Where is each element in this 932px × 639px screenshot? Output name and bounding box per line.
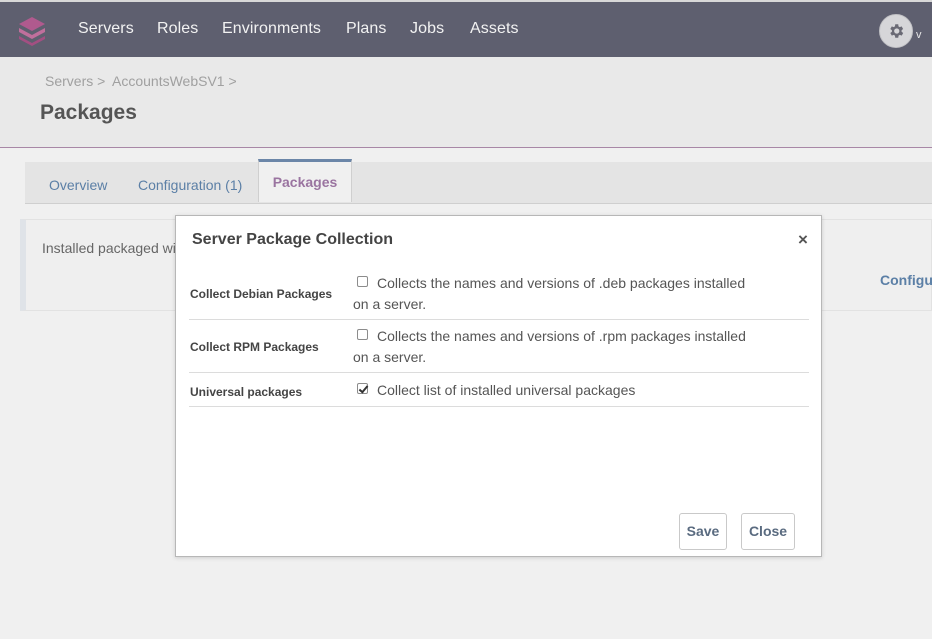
modal-title: Server Package Collection bbox=[192, 231, 393, 248]
row-universal-packages: Universal packages Collect list of insta… bbox=[189, 373, 809, 407]
nav-roles[interactable]: Roles bbox=[157, 20, 198, 38]
chevron-down-icon[interactable]: v bbox=[916, 29, 922, 41]
row-label: Collect RPM Packages bbox=[190, 340, 319, 354]
nav-jobs[interactable]: Jobs bbox=[410, 20, 444, 38]
top-navbar: Servers Roles Environments Plans Jobs As… bbox=[0, 0, 932, 57]
tab-overview[interactable]: Overview bbox=[49, 162, 107, 204]
row-label: Collect Debian Packages bbox=[190, 287, 333, 301]
row-description: Collects the names and versions of .deb … bbox=[353, 275, 746, 312]
configure-link[interactable]: Configu bbox=[880, 272, 932, 288]
panel-text: Installed packaged wi bbox=[42, 240, 176, 256]
nav-assets[interactable]: Assets bbox=[470, 20, 519, 38]
row-rpm-packages: Collect RPM Packages Collects the names … bbox=[189, 320, 809, 373]
gear-icon bbox=[890, 24, 904, 38]
tab-packages[interactable]: Packages bbox=[258, 159, 352, 202]
row-description: Collect list of installed universal pack… bbox=[377, 382, 636, 398]
app-logo-icon[interactable] bbox=[18, 16, 46, 46]
save-button[interactable]: Save bbox=[679, 513, 727, 550]
nav-plans[interactable]: Plans bbox=[346, 20, 387, 38]
breadcrumb-server[interactable]: AccountsWebSV1 > bbox=[112, 73, 237, 89]
package-collection-modal: Server Package Collection × Collect Debi… bbox=[175, 215, 822, 557]
tab-configuration[interactable]: Configuration (1) bbox=[138, 162, 242, 204]
nav-environments[interactable]: Environments bbox=[222, 20, 321, 38]
row-debian-packages: Collect Debian Packages Collects the nam… bbox=[189, 267, 809, 320]
tab-bar: Overview Configuration (1) Packages bbox=[25, 159, 932, 204]
close-button[interactable]: Close bbox=[741, 513, 795, 550]
row-description: Collects the names and versions of .rpm … bbox=[353, 328, 746, 365]
page-title: Packages bbox=[40, 101, 137, 124]
breadcrumb-servers[interactable]: Servers > bbox=[45, 73, 105, 89]
row-label: Universal packages bbox=[190, 385, 303, 399]
nav-servers[interactable]: Servers bbox=[78, 20, 134, 38]
close-icon[interactable]: × bbox=[798, 230, 808, 250]
page-header: Servers > AccountsWebSV1 > Packages bbox=[0, 57, 932, 148]
settings-button[interactable] bbox=[879, 14, 913, 48]
